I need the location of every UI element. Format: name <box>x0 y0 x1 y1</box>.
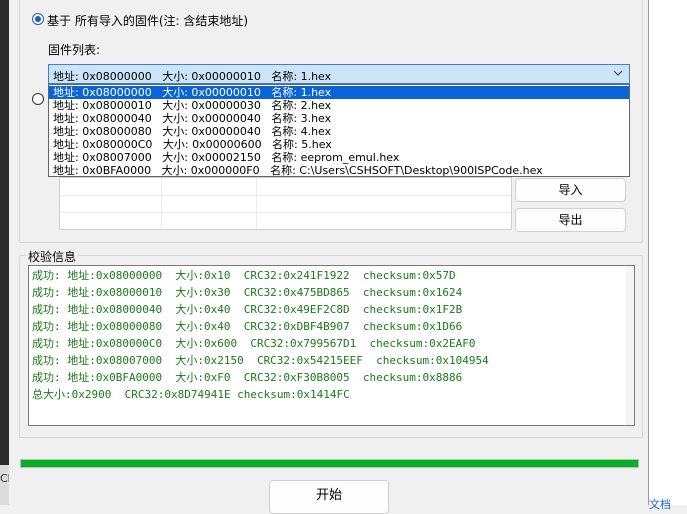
all-firmware-radio-label: 基于 所有导入的固件(注: 含结束地址) <box>47 14 249 28</box>
log-line: 成功: 地址:0x08007000 大小:0x2150 CRC32:0x5421… <box>32 354 489 367</box>
export-button-label: 导出 <box>558 213 583 227</box>
dropdown-item[interactable]: 地址: 0x08000080 大小: 0x00000040 名称: 4.hex <box>49 125 629 138</box>
all-firmware-radio[interactable] <box>32 13 44 25</box>
log-line: 成功: 地址:0x08000040 大小:0x40 CRC32:0x49EF2C… <box>32 303 463 316</box>
background-window-left <box>0 0 9 505</box>
start-button-label: 开始 <box>315 488 342 503</box>
log-line: 成功: 地址:0x08000080 大小:0x40 CRC32:0xDBF4B9… <box>32 320 463 333</box>
dropdown-item[interactable]: 地址: 0x08000000 大小: 0x00000010 名称: 1.hex <box>49 86 629 99</box>
dropdown-item[interactable]: 地址: 0x08007000 大小: 0x00002150 名称: eeprom… <box>49 151 629 164</box>
firmware-verify-dialog: 基于 所有导入的固件(注: 含结束地址) 固件列表: 导入 导出 地址: 0x0… <box>9 0 648 514</box>
log-line: 成功: 地址:0x080000C0 大小:0x600 CRC32:0x79956… <box>32 337 476 350</box>
background-window-fragment: Ch <box>0 465 15 505</box>
export-button[interactable]: 导出 <box>515 208 626 232</box>
single-firmware-radio[interactable] <box>32 93 44 105</box>
progress-bar <box>20 459 639 468</box>
log-scrollbar[interactable] <box>626 266 634 425</box>
verify-info-title: 校验信息 <box>26 248 79 265</box>
progress-fill <box>21 460 638 467</box>
log-line: 成功: 地址:0x08000010 大小:0x30 CRC32:0x475BD8… <box>32 286 463 299</box>
import-button-label: 导入 <box>558 183 583 197</box>
chevron-down-icon[interactable] <box>612 67 624 82</box>
log-line: 总大小:0x2900 CRC32:0x8D74941E checksum:0x1… <box>32 388 350 401</box>
start-button[interactable]: 开始 <box>269 480 389 514</box>
firmware-list-label: 固件列表: <box>48 43 101 57</box>
firmware-dropdown-list: 地址: 0x08000000 大小: 0x00000010 名称: 1.hex … <box>48 84 630 177</box>
dropdown-item[interactable]: 地址: 0x0BFA0000 大小: 0x000000F0 名称: C:\Use… <box>49 164 629 176</box>
firmware-select-value: 地址: 0x08000000 大小: 0x00000010 名称: 1.hex <box>53 70 332 83</box>
firmware-table[interactable] <box>59 177 512 230</box>
dropdown-item[interactable]: 地址: 0x08000010 大小: 0x00000030 名称: 2.hex <box>49 99 629 112</box>
import-button[interactable]: 导入 <box>515 178 626 202</box>
background-link: 文档 <box>649 498 671 511</box>
dropdown-item[interactable]: 地址: 0x080000C0 大小: 0x00000600 名称: 5.hex <box>49 138 629 151</box>
log-line: 成功: 地址:0x0BFA0000 大小:0xF0 CRC32:0xF30B80… <box>32 371 463 384</box>
verify-log[interactable]: 成功: 地址:0x08000000 大小:0x10 CRC32:0x241F19… <box>28 265 635 426</box>
dropdown-item[interactable]: 地址: 0x08000040 大小: 0x00000040 名称: 3.hex <box>49 112 629 125</box>
background-window-right: 文档 <box>649 0 687 511</box>
firmware-select[interactable]: 地址: 0x08000000 大小: 0x00000010 名称: 1.hex <box>48 64 630 84</box>
log-line: 成功: 地址:0x08000000 大小:0x10 CRC32:0x241F19… <box>32 269 456 282</box>
